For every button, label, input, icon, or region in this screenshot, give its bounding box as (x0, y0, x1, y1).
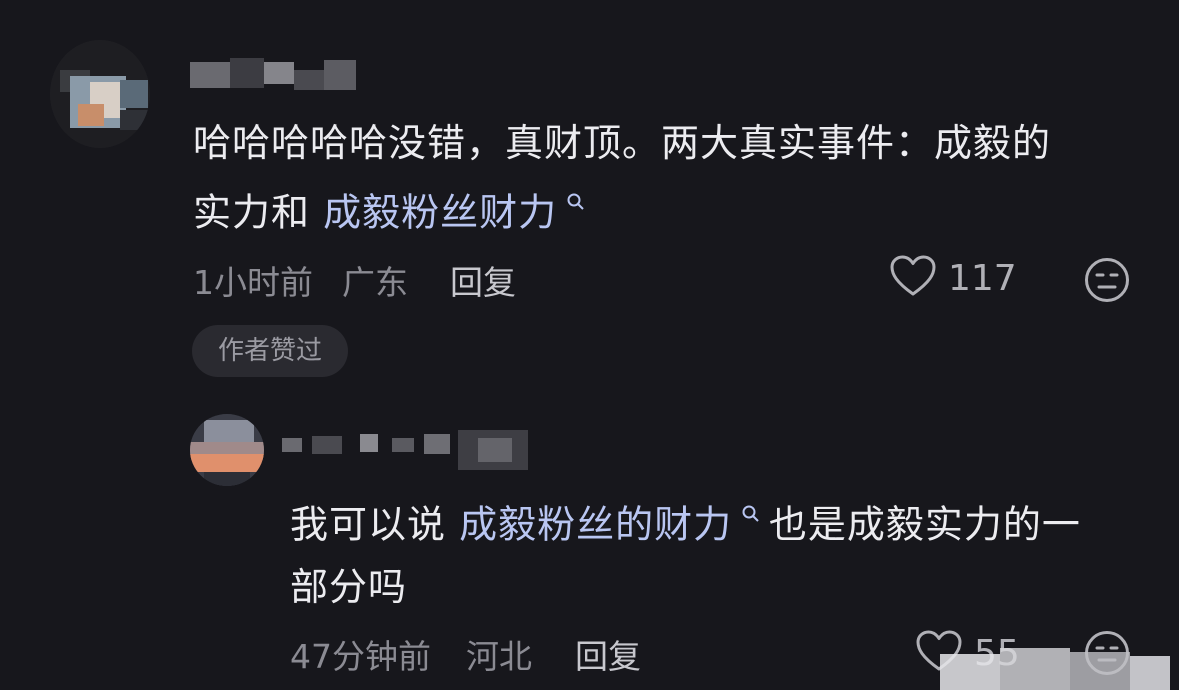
username-blurred[interactable] (282, 430, 532, 470)
reply-text-suffix: 也是成毅实力的一 (768, 502, 1081, 547)
comment-text-line1: 哈哈哈哈哈没错，真财顶。两大真实事件：成毅的 (193, 121, 1052, 165)
search-icon[interactable] (734, 505, 769, 529)
reply-button[interactable]: 回复 (450, 256, 516, 304)
reply-time: 47分钟前 (290, 637, 431, 676)
like-button[interactable]: 117 (890, 255, 1017, 301)
comment-thread: 哈哈哈哈哈没错，真财顶。两大真实事件：成毅的 实力和 成毅粉丝财力 1小时前 广… (0, 0, 1179, 690)
reply-text-line2: 部分吗 (290, 564, 408, 609)
avatar[interactable] (50, 40, 150, 148)
search-link[interactable]: 成毅粉丝财力 (323, 191, 557, 235)
reply-button[interactable]: 回复 (575, 630, 641, 678)
reply-text: 我可以说 成毅粉丝的财力 也是成毅实力的一 部分吗 (290, 486, 1170, 618)
reply-location: 河北 (466, 637, 532, 676)
search-link[interactable]: 成毅粉丝的财力 (459, 503, 732, 547)
meh-face-icon[interactable] (1084, 257, 1130, 307)
like-count: 117 (948, 257, 1017, 299)
author-liked-badge: 作者赞过 (192, 325, 348, 377)
heart-outline-icon (890, 255, 936, 301)
comment-time: 1小时前 (193, 263, 313, 302)
username-blurred[interactable] (190, 58, 360, 94)
avatar[interactable] (190, 414, 264, 486)
reply-text-prefix: 我可以说 (290, 502, 460, 547)
reply-text-line1: 我可以说 成毅粉丝的财力 也是成毅实力的一 (290, 486, 1170, 556)
comment-location: 广东 (342, 263, 408, 302)
search-icon[interactable] (559, 193, 586, 217)
comment-text: 哈哈哈哈哈没错，真财顶。两大真实事件：成毅的 实力和 成毅粉丝财力 (193, 112, 1153, 244)
comment-text-line2: 实力和 成毅粉丝财力 (193, 174, 1153, 244)
comment-text-prefix: 实力和 (193, 190, 324, 235)
watermark-blurred (940, 648, 1179, 690)
